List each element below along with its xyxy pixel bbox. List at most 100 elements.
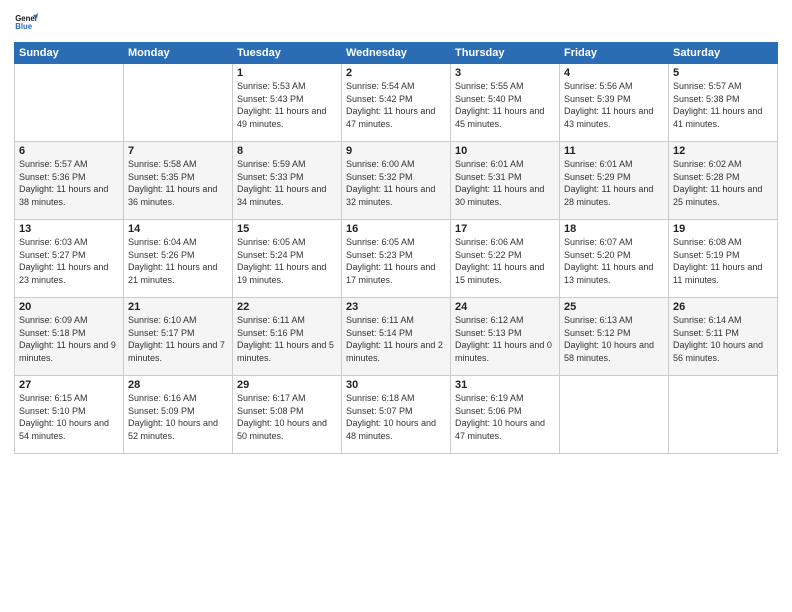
page: General Blue SundayMondayTuesdayWednesda… xyxy=(0,0,792,612)
day-number: 12 xyxy=(673,145,773,157)
calendar-cell: 8Sunrise: 5:59 AMSunset: 5:33 PMDaylight… xyxy=(233,142,342,220)
cell-info: Sunrise: 6:07 AMSunset: 5:20 PMDaylight:… xyxy=(564,236,664,286)
calendar-table: SundayMondayTuesdayWednesdayThursdayFrid… xyxy=(14,42,778,454)
day-number: 28 xyxy=(128,379,228,391)
cell-info: Sunrise: 5:55 AMSunset: 5:40 PMDaylight:… xyxy=(455,80,555,130)
cell-info: Sunrise: 5:57 AMSunset: 5:36 PMDaylight:… xyxy=(19,158,119,208)
calendar-cell: 4Sunrise: 5:56 AMSunset: 5:39 PMDaylight… xyxy=(560,64,669,142)
calendar-cell: 17Sunrise: 6:06 AMSunset: 5:22 PMDayligh… xyxy=(451,220,560,298)
calendar-cell: 19Sunrise: 6:08 AMSunset: 5:19 PMDayligh… xyxy=(669,220,778,298)
calendar-cell: 15Sunrise: 6:05 AMSunset: 5:24 PMDayligh… xyxy=(233,220,342,298)
weekday-header-row: SundayMondayTuesdayWednesdayThursdayFrid… xyxy=(15,43,778,64)
day-number: 24 xyxy=(455,301,555,313)
day-number: 25 xyxy=(564,301,664,313)
calendar-cell: 2Sunrise: 5:54 AMSunset: 5:42 PMDaylight… xyxy=(342,64,451,142)
day-number: 22 xyxy=(237,301,337,313)
cell-info: Sunrise: 5:57 AMSunset: 5:38 PMDaylight:… xyxy=(673,80,773,130)
day-number: 1 xyxy=(237,67,337,79)
cell-info: Sunrise: 5:53 AMSunset: 5:43 PMDaylight:… xyxy=(237,80,337,130)
cell-info: Sunrise: 5:54 AMSunset: 5:42 PMDaylight:… xyxy=(346,80,446,130)
logo-icon: General Blue xyxy=(14,10,38,34)
weekday-wednesday: Wednesday xyxy=(342,43,451,64)
cell-info: Sunrise: 5:58 AMSunset: 5:35 PMDaylight:… xyxy=(128,158,228,208)
calendar-cell: 23Sunrise: 6:11 AMSunset: 5:14 PMDayligh… xyxy=(342,298,451,376)
day-number: 21 xyxy=(128,301,228,313)
day-number: 19 xyxy=(673,223,773,235)
calendar-cell: 12Sunrise: 6:02 AMSunset: 5:28 PMDayligh… xyxy=(669,142,778,220)
day-number: 7 xyxy=(128,145,228,157)
calendar-cell: 21Sunrise: 6:10 AMSunset: 5:17 PMDayligh… xyxy=(124,298,233,376)
week-row-1: 1Sunrise: 5:53 AMSunset: 5:43 PMDaylight… xyxy=(15,64,778,142)
calendar-cell xyxy=(669,376,778,454)
day-number: 15 xyxy=(237,223,337,235)
day-number: 10 xyxy=(455,145,555,157)
day-number: 31 xyxy=(455,379,555,391)
week-row-4: 20Sunrise: 6:09 AMSunset: 5:18 PMDayligh… xyxy=(15,298,778,376)
calendar-cell: 31Sunrise: 6:19 AMSunset: 5:06 PMDayligh… xyxy=(451,376,560,454)
cell-info: Sunrise: 6:13 AMSunset: 5:12 PMDaylight:… xyxy=(564,314,664,364)
calendar-cell: 13Sunrise: 6:03 AMSunset: 5:27 PMDayligh… xyxy=(15,220,124,298)
day-number: 13 xyxy=(19,223,119,235)
day-number: 17 xyxy=(455,223,555,235)
weekday-tuesday: Tuesday xyxy=(233,43,342,64)
calendar-cell: 29Sunrise: 6:17 AMSunset: 5:08 PMDayligh… xyxy=(233,376,342,454)
calendar-cell: 16Sunrise: 6:05 AMSunset: 5:23 PMDayligh… xyxy=(342,220,451,298)
weekday-monday: Monday xyxy=(124,43,233,64)
header: General Blue xyxy=(14,10,778,34)
calendar-cell: 7Sunrise: 5:58 AMSunset: 5:35 PMDaylight… xyxy=(124,142,233,220)
cell-info: Sunrise: 5:56 AMSunset: 5:39 PMDaylight:… xyxy=(564,80,664,130)
cell-info: Sunrise: 6:01 AMSunset: 5:29 PMDaylight:… xyxy=(564,158,664,208)
day-number: 27 xyxy=(19,379,119,391)
calendar-cell: 3Sunrise: 5:55 AMSunset: 5:40 PMDaylight… xyxy=(451,64,560,142)
day-number: 9 xyxy=(346,145,446,157)
calendar-cell xyxy=(15,64,124,142)
weekday-thursday: Thursday xyxy=(451,43,560,64)
calendar-cell: 25Sunrise: 6:13 AMSunset: 5:12 PMDayligh… xyxy=(560,298,669,376)
day-number: 8 xyxy=(237,145,337,157)
calendar-cell xyxy=(124,64,233,142)
calendar-cell: 14Sunrise: 6:04 AMSunset: 5:26 PMDayligh… xyxy=(124,220,233,298)
cell-info: Sunrise: 6:15 AMSunset: 5:10 PMDaylight:… xyxy=(19,392,119,442)
day-number: 2 xyxy=(346,67,446,79)
week-row-3: 13Sunrise: 6:03 AMSunset: 5:27 PMDayligh… xyxy=(15,220,778,298)
cell-info: Sunrise: 5:59 AMSunset: 5:33 PMDaylight:… xyxy=(237,158,337,208)
day-number: 3 xyxy=(455,67,555,79)
cell-info: Sunrise: 6:05 AMSunset: 5:24 PMDaylight:… xyxy=(237,236,337,286)
cell-info: Sunrise: 6:00 AMSunset: 5:32 PMDaylight:… xyxy=(346,158,446,208)
calendar-cell: 6Sunrise: 5:57 AMSunset: 5:36 PMDaylight… xyxy=(15,142,124,220)
cell-info: Sunrise: 6:11 AMSunset: 5:16 PMDaylight:… xyxy=(237,314,337,364)
cell-info: Sunrise: 6:03 AMSunset: 5:27 PMDaylight:… xyxy=(19,236,119,286)
calendar-cell: 26Sunrise: 6:14 AMSunset: 5:11 PMDayligh… xyxy=(669,298,778,376)
calendar-cell: 9Sunrise: 6:00 AMSunset: 5:32 PMDaylight… xyxy=(342,142,451,220)
svg-text:Blue: Blue xyxy=(15,22,33,31)
cell-info: Sunrise: 6:18 AMSunset: 5:07 PMDaylight:… xyxy=(346,392,446,442)
cell-info: Sunrise: 6:05 AMSunset: 5:23 PMDaylight:… xyxy=(346,236,446,286)
calendar-cell: 28Sunrise: 6:16 AMSunset: 5:09 PMDayligh… xyxy=(124,376,233,454)
cell-info: Sunrise: 6:08 AMSunset: 5:19 PMDaylight:… xyxy=(673,236,773,286)
day-number: 20 xyxy=(19,301,119,313)
week-row-5: 27Sunrise: 6:15 AMSunset: 5:10 PMDayligh… xyxy=(15,376,778,454)
cell-info: Sunrise: 6:12 AMSunset: 5:13 PMDaylight:… xyxy=(455,314,555,364)
day-number: 29 xyxy=(237,379,337,391)
calendar-cell: 1Sunrise: 5:53 AMSunset: 5:43 PMDaylight… xyxy=(233,64,342,142)
day-number: 4 xyxy=(564,67,664,79)
day-number: 6 xyxy=(19,145,119,157)
logo: General Blue xyxy=(14,10,38,34)
cell-info: Sunrise: 6:06 AMSunset: 5:22 PMDaylight:… xyxy=(455,236,555,286)
cell-info: Sunrise: 6:02 AMSunset: 5:28 PMDaylight:… xyxy=(673,158,773,208)
weekday-sunday: Sunday xyxy=(15,43,124,64)
cell-info: Sunrise: 6:19 AMSunset: 5:06 PMDaylight:… xyxy=(455,392,555,442)
calendar-cell: 30Sunrise: 6:18 AMSunset: 5:07 PMDayligh… xyxy=(342,376,451,454)
cell-info: Sunrise: 6:14 AMSunset: 5:11 PMDaylight:… xyxy=(673,314,773,364)
calendar-cell: 22Sunrise: 6:11 AMSunset: 5:16 PMDayligh… xyxy=(233,298,342,376)
cell-info: Sunrise: 6:11 AMSunset: 5:14 PMDaylight:… xyxy=(346,314,446,364)
day-number: 26 xyxy=(673,301,773,313)
cell-info: Sunrise: 6:01 AMSunset: 5:31 PMDaylight:… xyxy=(455,158,555,208)
weekday-saturday: Saturday xyxy=(669,43,778,64)
day-number: 18 xyxy=(564,223,664,235)
calendar-cell: 10Sunrise: 6:01 AMSunset: 5:31 PMDayligh… xyxy=(451,142,560,220)
calendar-cell: 27Sunrise: 6:15 AMSunset: 5:10 PMDayligh… xyxy=(15,376,124,454)
calendar-cell: 5Sunrise: 5:57 AMSunset: 5:38 PMDaylight… xyxy=(669,64,778,142)
cell-info: Sunrise: 6:04 AMSunset: 5:26 PMDaylight:… xyxy=(128,236,228,286)
day-number: 16 xyxy=(346,223,446,235)
